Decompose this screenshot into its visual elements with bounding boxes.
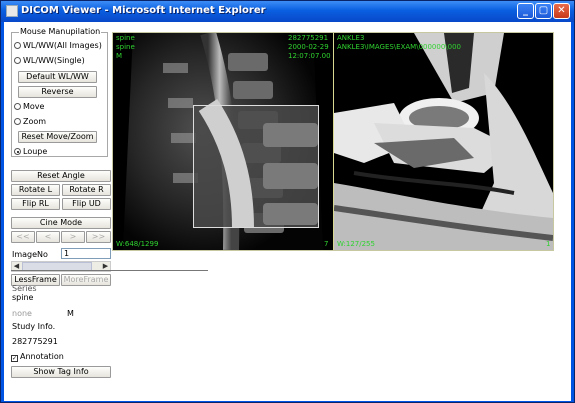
rotate-left-button[interactable]: Rotate L (11, 184, 60, 196)
cine-prev-button[interactable]: < (36, 231, 60, 243)
page-content: Mouse Manupilation WL/WW(All Images) WL/… (4, 22, 571, 401)
radio-wl-all[interactable]: WL/WW(All Images) (14, 41, 102, 50)
reverse-button[interactable]: Reverse (18, 86, 97, 98)
rotate-right-button[interactable]: Rotate R (62, 184, 111, 196)
overlay-left-time: 12:07:07.00 (288, 52, 331, 60)
cine-mode-button[interactable]: Cine Mode (11, 217, 111, 229)
cine-last-button[interactable]: >> (86, 231, 111, 243)
reset-move-zoom-button[interactable]: Reset Move/Zoom (18, 131, 97, 143)
close-button[interactable]: ✕ (553, 3, 570, 19)
ie-page-icon (6, 5, 18, 17)
overlay-left-window: W:648/1299 (116, 240, 159, 248)
maximize-button[interactable]: ▢ (535, 3, 552, 19)
radio-icon (14, 42, 21, 49)
cine-first-button[interactable]: << (11, 231, 35, 243)
overlay-left-image-no: 7 (324, 240, 329, 248)
reset-angle-button[interactable]: Reset Angle (11, 170, 111, 182)
window-title: DICOM Viewer - Microsoft Internet Explor… (21, 5, 266, 16)
radio-wl-single[interactable]: WL/WW(Single) (14, 56, 85, 65)
series-value: spine (12, 293, 34, 302)
minimize-button[interactable]: _ (517, 3, 534, 19)
radio-icon (14, 118, 21, 125)
flip-rl-button[interactable]: Flip RL (11, 198, 60, 210)
default-wl-button[interactable]: Default WL/WW (18, 71, 97, 83)
study-id: 282775291 (12, 337, 58, 346)
title-bar[interactable]: DICOM Viewer - Microsoft Internet Explor… (1, 1, 574, 22)
series-label: Series (12, 284, 37, 293)
overlay-right-window: W:127/255 (337, 240, 375, 248)
overlay-left-sex: M (116, 52, 123, 60)
overlay-right-path: ANKLE3\IMAGES\EXAM\000000\000 (337, 43, 462, 51)
dicom-viewer[interactable]: spine spine M 282775291 2000-02-29 12:07… (112, 32, 554, 251)
show-tag-info-button[interactable]: Show Tag Info (11, 366, 111, 378)
divider-line (11, 270, 208, 271)
checkbox-checked-icon: ✓ (11, 355, 18, 362)
overlay-left-date: 2000-02-29 (288, 43, 329, 51)
cine-next-button[interactable]: > (61, 231, 85, 243)
flip-ud-button[interactable]: Flip UD (62, 198, 111, 210)
mouse-manipulation-legend: Mouse Manupilation (19, 27, 102, 36)
radio-icon (14, 103, 21, 110)
radio-selected-icon (14, 148, 21, 155)
annotation-checkbox[interactable]: ✓ Annotation (11, 352, 64, 362)
browser-window: DICOM Viewer - Microsoft Internet Explor… (0, 0, 575, 403)
ankle-mri-image[interactable] (334, 33, 553, 250)
study-info-label: Study Info. (12, 322, 56, 331)
radio-icon (14, 57, 21, 64)
overlay-left-id: 282775291 (288, 34, 329, 42)
radio-zoom[interactable]: Zoom (14, 117, 46, 126)
image-no-input[interactable]: 1 (61, 248, 111, 259)
sex-label: none (12, 309, 32, 318)
overlay-left-patient: spine (116, 34, 135, 42)
overlay-right-patient: ANKLE3 (337, 34, 365, 42)
more-frame-button[interactable]: MoreFrame (61, 274, 111, 286)
image-no-label: ImageNo (12, 250, 48, 259)
radio-move[interactable]: Move (14, 102, 44, 111)
radio-loupe[interactable]: Loupe (14, 147, 47, 156)
loupe-region[interactable] (193, 105, 319, 228)
sex-value: M (67, 309, 74, 318)
overlay-right-image-no: 1 (546, 240, 551, 248)
overlay-left-series: spine (116, 43, 135, 51)
